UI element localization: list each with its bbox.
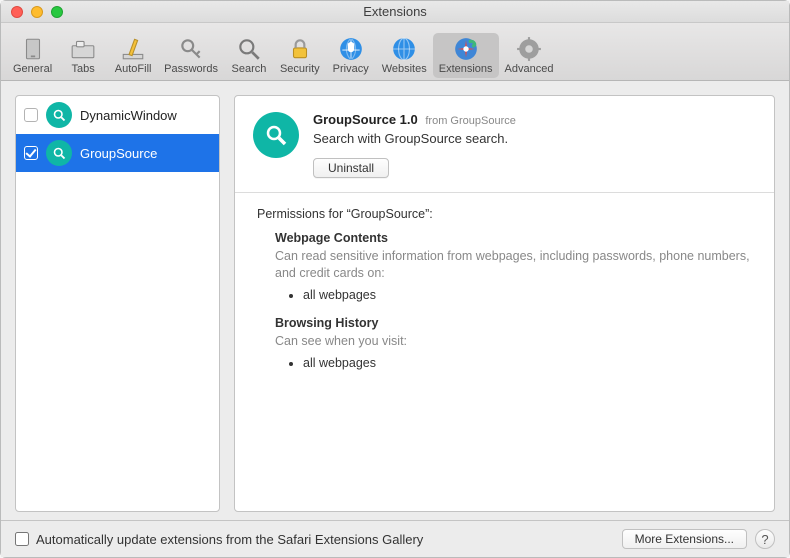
preferences-toolbar: General Tabs AutoFill Passwords Search bbox=[1, 23, 789, 81]
permission-description: Can read sensitive information from webp… bbox=[275, 248, 752, 282]
security-icon bbox=[287, 36, 313, 62]
auto-update-checkbox[interactable] bbox=[15, 532, 29, 546]
permission-item: all webpages bbox=[303, 356, 752, 370]
permission-description: Can see when you visit: bbox=[275, 333, 752, 350]
permissions-header: Permissions for “GroupSource”: bbox=[257, 207, 752, 221]
search-icon bbox=[236, 36, 262, 62]
tab-advanced[interactable]: Advanced bbox=[499, 33, 560, 78]
advanced-icon bbox=[516, 36, 542, 62]
magnifier-icon bbox=[253, 112, 299, 158]
permissions-section: Permissions for “GroupSource”: Webpage C… bbox=[235, 193, 774, 394]
extension-row-dynamicwindow[interactable]: DynamicWindow bbox=[16, 96, 219, 134]
tab-privacy[interactable]: Privacy bbox=[326, 33, 376, 78]
websites-icon bbox=[391, 36, 417, 62]
more-extensions-button[interactable]: More Extensions... bbox=[622, 529, 747, 549]
tab-general[interactable]: General bbox=[7, 33, 58, 78]
titlebar: Extensions bbox=[1, 1, 789, 23]
extension-developer: from GroupSource bbox=[425, 115, 515, 127]
tab-label: Extensions bbox=[439, 63, 493, 75]
extension-enable-checkbox[interactable] bbox=[24, 146, 38, 160]
extensions-icon bbox=[453, 36, 479, 62]
content-area: DynamicWindow GroupSource GroupSource 1.… bbox=[1, 81, 789, 520]
extensions-sidebar: DynamicWindow GroupSource bbox=[15, 95, 220, 512]
auto-update-label: Automatically update extensions from the… bbox=[36, 532, 423, 547]
passwords-icon bbox=[178, 36, 204, 62]
magnifier-icon bbox=[46, 102, 72, 128]
extension-title-line: GroupSource 1.0 from GroupSource bbox=[313, 112, 756, 127]
tab-websites[interactable]: Websites bbox=[376, 33, 433, 78]
tab-search[interactable]: Search bbox=[224, 33, 274, 78]
general-icon bbox=[20, 36, 46, 62]
extension-info: GroupSource 1.0 from GroupSource Search … bbox=[313, 112, 756, 178]
tab-extensions[interactable]: Extensions bbox=[433, 33, 499, 78]
magnifier-icon bbox=[46, 140, 72, 166]
extension-name: GroupSource bbox=[80, 146, 157, 161]
tab-passwords[interactable]: Passwords bbox=[158, 33, 224, 78]
preferences-window: Extensions General Tabs AutoFill Pa bbox=[0, 0, 790, 558]
tab-label: Advanced bbox=[505, 63, 554, 75]
privacy-icon bbox=[338, 36, 364, 62]
tab-autofill[interactable]: AutoFill bbox=[108, 33, 158, 78]
footer-bar: Automatically update extensions from the… bbox=[1, 520, 789, 557]
autofill-icon bbox=[120, 36, 146, 62]
extension-detail-panel: GroupSource 1.0 from GroupSource Search … bbox=[234, 95, 775, 512]
extension-enable-checkbox[interactable] bbox=[24, 108, 38, 122]
tabs-icon bbox=[70, 36, 96, 62]
help-button[interactable]: ? bbox=[755, 529, 775, 549]
tab-label: Security bbox=[280, 63, 320, 75]
window-title: Extensions bbox=[1, 4, 789, 19]
tab-tabs[interactable]: Tabs bbox=[58, 33, 108, 78]
tab-label: Passwords bbox=[164, 63, 218, 75]
extension-title: GroupSource 1.0 bbox=[313, 112, 418, 127]
extension-name: DynamicWindow bbox=[80, 108, 177, 123]
extension-header: GroupSource 1.0 from GroupSource Search … bbox=[235, 96, 774, 193]
tab-label: Search bbox=[232, 63, 267, 75]
tab-label: Privacy bbox=[333, 63, 369, 75]
tab-label: AutoFill bbox=[115, 63, 152, 75]
permission-item: all webpages bbox=[303, 288, 752, 302]
permission-heading: Browsing History bbox=[275, 316, 752, 330]
tab-label: Tabs bbox=[72, 63, 95, 75]
auto-update-row[interactable]: Automatically update extensions from the… bbox=[15, 532, 423, 547]
extension-description: Search with GroupSource search. bbox=[313, 131, 756, 146]
permission-list: all webpages bbox=[303, 288, 752, 302]
permission-heading: Webpage Contents bbox=[275, 231, 752, 245]
tab-label: Websites bbox=[382, 63, 427, 75]
extension-row-groupsource[interactable]: GroupSource bbox=[16, 134, 219, 172]
uninstall-button[interactable]: Uninstall bbox=[313, 158, 389, 178]
permission-webpage-contents: Webpage Contents Can read sensitive info… bbox=[275, 231, 752, 302]
tab-security[interactable]: Security bbox=[274, 33, 326, 78]
tab-label: General bbox=[13, 63, 52, 75]
permission-list: all webpages bbox=[303, 356, 752, 370]
permission-browsing-history: Browsing History Can see when you visit:… bbox=[275, 316, 752, 370]
